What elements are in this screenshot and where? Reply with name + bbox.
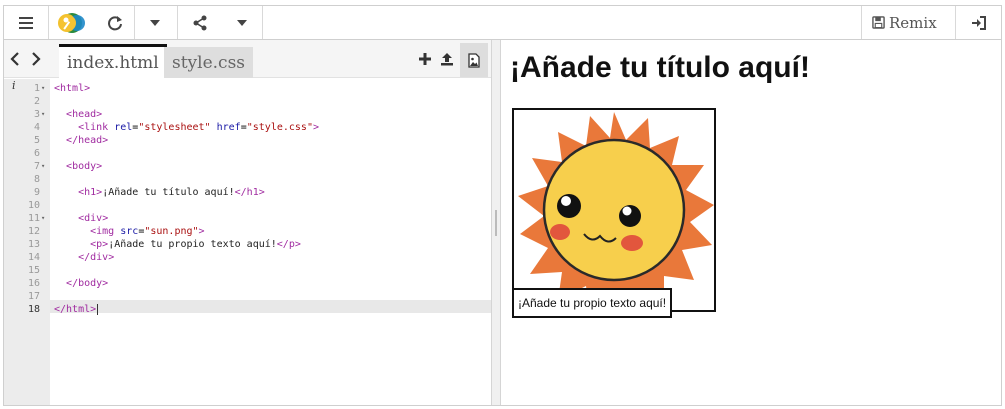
floppy-disk-icon xyxy=(872,16,885,29)
add-file-button[interactable] xyxy=(415,40,435,78)
caret-down-icon xyxy=(237,19,247,26)
code-line[interactable] xyxy=(50,147,491,160)
fold-arrow-icon[interactable]: ▾ xyxy=(41,212,50,225)
tab-label: style.css xyxy=(172,52,246,73)
key-logo-icon xyxy=(58,12,85,33)
line-number: 6 xyxy=(33,148,40,159)
tab-style-css[interactable]: style.css xyxy=(164,47,254,78)
code-line[interactable]: <p>¡Añade tu propio texto aquí!</p> xyxy=(50,238,491,251)
line-number: 12 xyxy=(27,226,40,237)
share-options-dropdown[interactable] xyxy=(222,6,262,39)
code-line[interactable]: <body> xyxy=(50,160,491,173)
share-button[interactable] xyxy=(178,6,222,39)
code-line[interactable] xyxy=(50,173,491,186)
code-line[interactable]: <h1>¡Añade tu título aquí!</h1> xyxy=(50,186,491,199)
line-number: 15 xyxy=(27,265,40,276)
line-number: 10 xyxy=(27,200,40,211)
caret-down-icon xyxy=(150,19,160,26)
preview-image-box xyxy=(512,108,716,312)
line-number: 4 xyxy=(33,122,40,133)
login-button[interactable] xyxy=(956,6,1001,39)
code-editor-pane: index.html style.css i 1 ▾ 2 3 ▾ 4 5 6 7… xyxy=(4,40,491,405)
fold-arrow-icon[interactable]: ▾ xyxy=(41,108,50,121)
line-number: 7 xyxy=(33,161,40,172)
preview-pane: ¡Añade tu título aquí! ¡Añade tu propio … xyxy=(501,40,1001,405)
history-back-button[interactable] xyxy=(4,40,26,78)
code-line[interactable]: </html> xyxy=(50,303,491,316)
hamburger-icon xyxy=(19,16,33,29)
history-forward-button[interactable] xyxy=(26,40,46,78)
line-number: 8 xyxy=(33,174,40,185)
app-frame: Remix index.html style.css i 1 ▾ 2 3 ▾ 4… xyxy=(3,5,1002,406)
refresh-icon xyxy=(108,15,122,30)
right-cheek xyxy=(621,235,643,251)
pane-resize-handle[interactable] xyxy=(491,40,501,405)
run-options-dropdown[interactable] xyxy=(135,6,175,39)
preview-caption: ¡Añade tu propio texto aquí! xyxy=(512,288,673,318)
menu-button[interactable] xyxy=(4,6,48,39)
upload-file-button[interactable] xyxy=(436,40,458,78)
line-number: 1 xyxy=(33,83,40,94)
toolbar-divider xyxy=(861,6,862,39)
remix-button[interactable]: Remix xyxy=(872,6,937,39)
plus-icon xyxy=(419,53,431,65)
grip-icon xyxy=(495,210,497,236)
line-number: 3 xyxy=(33,109,40,120)
tab-label: index.html xyxy=(67,52,159,73)
code-line[interactable] xyxy=(50,264,491,277)
images-button[interactable] xyxy=(460,43,488,77)
code-line[interactable]: <div> xyxy=(50,212,491,225)
code-line[interactable]: <img src="sun.png"> xyxy=(50,225,491,238)
code-line[interactable]: </head> xyxy=(50,134,491,147)
left-cheek xyxy=(550,224,570,240)
line-number: 13 xyxy=(27,239,40,250)
line-number: 17 xyxy=(27,291,40,302)
code-line[interactable] xyxy=(50,199,491,212)
code-line[interactable] xyxy=(50,290,491,303)
line-number-gutter: i 1 ▾ 2 3 ▾ 4 5 6 7 ▾ 8 9 10 11 ▾ 12 13 14 15 16 17 18 xyxy=(4,79,50,405)
code-line[interactable] xyxy=(50,95,491,108)
toolbar-divider xyxy=(262,6,263,39)
logo-button[interactable] xyxy=(54,6,90,39)
code-line[interactable]: </div> xyxy=(50,251,491,264)
line-number: 9 xyxy=(33,187,40,198)
code-line[interactable]: <head> xyxy=(50,108,491,121)
fold-arrow-icon[interactable]: ▾ xyxy=(41,82,50,95)
line-number: 18 xyxy=(27,304,40,315)
line-number: 2 xyxy=(33,96,40,107)
code-line[interactable]: <link rel="stylesheet" href="style.css"> xyxy=(50,121,491,134)
upload-icon xyxy=(441,53,453,66)
code-area[interactable]: <html> <head> <link rel="stylesheet" hre… xyxy=(50,79,491,405)
tab-index-html[interactable]: index.html xyxy=(59,44,167,78)
line-number: 11 xyxy=(27,213,40,224)
image-file-icon xyxy=(468,52,480,68)
sun-image xyxy=(518,112,714,310)
code-line[interactable]: </body> xyxy=(50,277,491,290)
share-icon xyxy=(193,15,207,30)
top-toolbar: Remix xyxy=(4,6,1001,40)
chevron-right-icon xyxy=(32,52,41,66)
code-line[interactable]: <html> xyxy=(50,82,491,95)
line-number: 5 xyxy=(33,135,40,146)
editor-tab-bar: index.html style.css xyxy=(4,40,491,78)
sign-in-icon xyxy=(971,15,986,30)
line-number: 16 xyxy=(27,278,40,289)
preview-heading: ¡Añade tu título aquí! xyxy=(510,51,810,84)
toolbar-divider xyxy=(48,6,49,39)
refresh-button[interactable] xyxy=(99,6,131,39)
chevron-left-icon xyxy=(10,52,19,66)
remix-label: Remix xyxy=(889,13,937,32)
line-number: 14 xyxy=(27,252,40,263)
fold-arrow-icon[interactable]: ▾ xyxy=(41,160,50,173)
